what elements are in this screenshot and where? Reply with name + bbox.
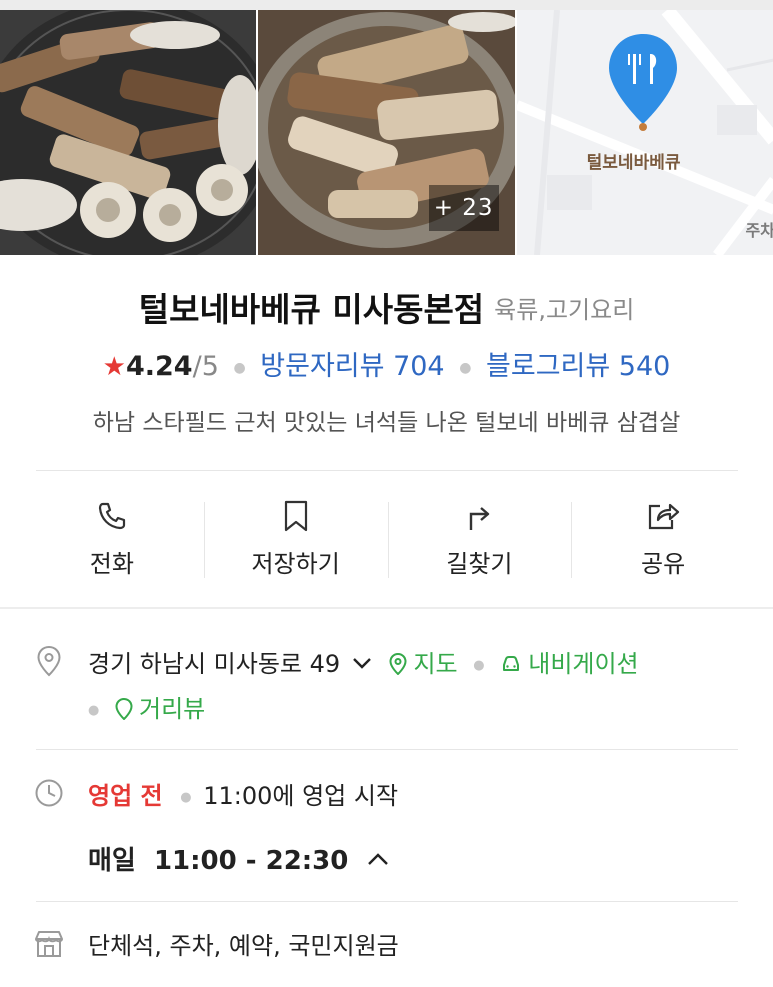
separator-dot: ● [180, 789, 192, 805]
action-bar: 전화 저장하기 길찾기 공유 [20, 490, 755, 590]
map-link-label: 지도 [413, 650, 458, 678]
status-strip [0, 0, 773, 10]
navigation-link-label: 내비게이션 [528, 650, 639, 678]
location-pin-icon [32, 644, 66, 678]
save-button[interactable]: 저장하기 [203, 490, 388, 590]
hours-range: 매일 11:00 - 22:30 [88, 846, 349, 876]
separator-dot: ● [88, 702, 100, 718]
bookmark-icon [276, 496, 316, 536]
separator-dot: ● [233, 359, 246, 376]
map-link[interactable]: 지도 [389, 650, 465, 678]
share-button[interactable]: 공유 [571, 490, 755, 590]
save-label: 저장하기 [251, 550, 340, 578]
star-icon: ★ [102, 352, 126, 382]
photo-grilled-meat-image [0, 10, 257, 255]
place-category: 육류,고기요리 [494, 295, 635, 324]
photo-grilled-meat[interactable] [0, 10, 257, 255]
visitor-reviews-link[interactable]: 방문자리뷰 704 [260, 351, 444, 382]
store-icon [32, 927, 66, 961]
place-name: 털보네바베큐 미사동본점 [138, 290, 485, 329]
rating-max: /5 [192, 351, 219, 382]
hours-range-row[interactable]: 매일 11:00 - 22:30 [88, 840, 389, 877]
map-pin-icon [608, 34, 677, 131]
clock-icon [32, 776, 66, 810]
street-view-icon [115, 697, 133, 726]
share-label: 공유 [641, 550, 686, 578]
address-text[interactable]: 경기 하남시 미사동로 49 [88, 650, 340, 678]
divider [36, 901, 738, 902]
blog-reviews-link[interactable]: 블로그리뷰 540 [486, 351, 670, 382]
chevron-down-icon[interactable] [352, 648, 372, 676]
directions-icon [459, 496, 499, 536]
map-corner-label: 주차 [745, 221, 773, 240]
street-view-label: 거리뷰 [138, 695, 206, 723]
address-row-2: ● 거리뷰 [88, 689, 205, 726]
directions-button[interactable]: 길찾기 [387, 490, 572, 590]
photo-strip: + 23 털보네바베큐 주차 [0, 10, 773, 255]
map-pin-label: 털보네바베큐 [586, 153, 681, 173]
divider [36, 470, 738, 471]
rating-row: ★4.24/5 ● 방문자리뷰 704 ● 블로그리뷰 540 [0, 344, 773, 383]
map-thumbnail[interactable]: 털보네바베큐 주차 [516, 10, 773, 255]
chevron-up-icon[interactable] [367, 843, 389, 873]
navigation-link[interactable]: 내비게이션 [500, 650, 639, 681]
divider [36, 749, 738, 750]
hours-status-row: 영업 전 ● 11:00에 영업 시작 [88, 776, 398, 811]
call-label: 전화 [89, 550, 134, 578]
more-photos-badge[interactable]: + 23 [428, 185, 499, 231]
photo-pork-ribs[interactable]: + 23 [258, 10, 515, 255]
call-button[interactable]: 전화 [20, 490, 204, 590]
rating-score: 4.24 [125, 351, 193, 382]
business-status: 영업 전 [88, 782, 163, 810]
street-view-link[interactable]: 거리뷰 [115, 695, 205, 723]
place-title-row: 털보네바베큐 미사동본점 육류,고기요리 [0, 283, 773, 331]
separator-dot: ● [459, 359, 472, 376]
place-description: 하남 스타필드 근처 맛있는 녀석들 나온 털보네 바베큐 삼겹살 [92, 410, 681, 436]
address-row: 경기 하남시 미사동로 49 지도 ● 내비게이션 [88, 644, 639, 681]
facilities-text: 단체석, 주차, 예약, 국민지원금 [88, 932, 399, 960]
business-status-detail: 11:00에 영업 시작 [203, 782, 399, 810]
phone-icon [92, 496, 132, 536]
map-pin-small-icon [389, 652, 407, 681]
share-icon [643, 496, 683, 536]
separator-dot: ● [473, 657, 485, 673]
directions-label: 길찾기 [446, 550, 513, 578]
car-icon [500, 653, 522, 681]
section-separator [0, 607, 773, 609]
